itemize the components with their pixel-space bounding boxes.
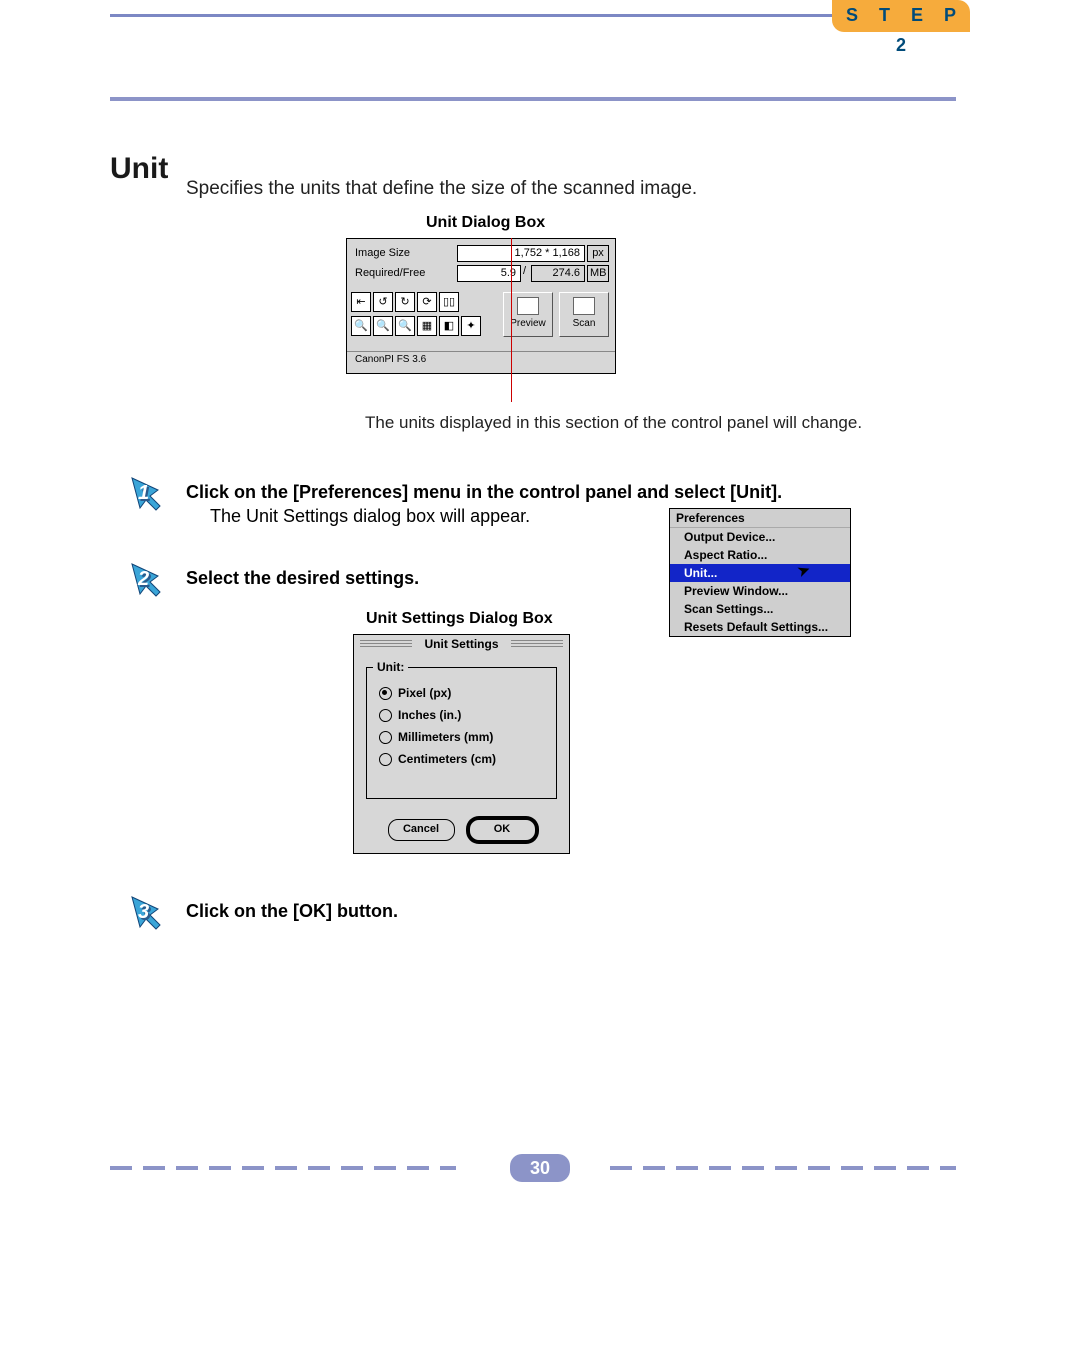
unit-settings-dialog: Unit Settings Unit: Pixel (px) Inches (i… xyxy=(353,634,570,854)
adjust-icon[interactable]: ✦ xyxy=(461,316,481,336)
intro-text: Specifies the units that define the size… xyxy=(186,178,697,200)
image-size-value: 1,752 * 1,168 xyxy=(457,245,585,262)
step-2-title: Select the desired settings. xyxy=(186,568,419,589)
step-3-marker: 3 3 xyxy=(130,895,170,935)
menu-item-aspect-ratio[interactable]: Aspect Ratio... xyxy=(670,546,850,564)
step-1-detail: The Unit Settings dialog box will appear… xyxy=(210,506,530,527)
radio-icon xyxy=(379,731,392,744)
image-size-unit: px xyxy=(587,245,609,262)
step-3-title: Click on the [OK] button. xyxy=(186,901,398,922)
image-icon[interactable]: ▦ xyxy=(417,316,437,336)
rotate-cw-icon[interactable]: ↻ xyxy=(395,292,415,312)
step-2-marker: 2 2 xyxy=(130,562,170,602)
unit-group-legend: Unit: xyxy=(373,660,408,674)
free-value: 274.6 xyxy=(531,265,585,282)
mirror-icon[interactable]: ▯▯ xyxy=(439,292,459,312)
zoom-in-icon[interactable]: 🔍 xyxy=(351,316,371,336)
cancel-button[interactable]: Cancel xyxy=(388,819,455,841)
preferences-menu: Preferences Output Device... Aspect Rati… xyxy=(669,508,851,637)
unit-dialog-caption: Unit Dialog Box xyxy=(426,214,545,232)
menu-item-unit[interactable]: Unit... xyxy=(670,564,850,582)
menu-item-preview-window[interactable]: Preview Window... xyxy=(670,582,850,600)
radio-icon xyxy=(379,753,392,766)
rotate-icon[interactable]: ⟳ xyxy=(417,292,437,312)
status-bar: CanonPI FS 3.6 xyxy=(347,351,615,373)
unit-option-inches[interactable]: Inches (in.) xyxy=(379,704,496,726)
step-banner: S T E P 2 xyxy=(832,0,970,32)
rotate-ccw-icon[interactable]: ↺ xyxy=(373,292,393,312)
unit-option-pixel[interactable]: Pixel (px) xyxy=(379,682,496,704)
toolbar: ⇤ ↺ ↻ ⟳ ▯▯ 🔍 🔍 🔍 ▦ ◧ ✦ xyxy=(351,292,527,340)
step-1-title: Click on the [Preferences] menu in the c… xyxy=(186,482,960,503)
footer-dashes-left xyxy=(110,1166,456,1170)
footer-dashes-right xyxy=(610,1166,956,1170)
unit-dialog-note: The units displayed in this section of t… xyxy=(365,413,862,433)
scan-icon xyxy=(573,297,595,315)
unit-dialog-box: Image Size 1,752 * 1,168 px Required/Fre… xyxy=(346,238,616,374)
unit-group-frame: Unit: Pixel (px) Inches (in.) Millimeter… xyxy=(366,667,557,799)
radio-icon xyxy=(379,709,392,722)
slash: / xyxy=(523,265,526,277)
page-title: Unit xyxy=(110,152,168,186)
callout-line xyxy=(511,238,512,402)
step-number: 2 xyxy=(138,568,149,591)
step-1-marker: 1 1 xyxy=(130,476,170,516)
unit-option-millimeters[interactable]: Millimeters (mm) xyxy=(379,726,496,748)
required-free-unit: MB xyxy=(587,265,609,282)
menu-item-resets-default[interactable]: Resets Default Settings... xyxy=(670,618,850,636)
ok-button[interactable]: OK xyxy=(469,819,536,841)
preferences-menu-title: Preferences xyxy=(670,509,850,528)
unit-settings-title: Unit Settings xyxy=(354,635,569,653)
zoom-out-icon[interactable]: 🔍 xyxy=(373,316,393,336)
unit-option-centimeters[interactable]: Centimeters (cm) xyxy=(379,748,496,770)
zoom-icon[interactable]: 🔍 xyxy=(395,316,415,336)
unit-settings-caption: Unit Settings Dialog Box xyxy=(366,610,553,628)
required-free-label: Required/Free xyxy=(355,267,425,279)
page-number-badge: 30 xyxy=(510,1154,570,1182)
section-divider xyxy=(110,97,956,101)
radio-icon xyxy=(379,687,392,700)
step-number: 1 xyxy=(138,482,149,505)
color-icon[interactable]: ◧ xyxy=(439,316,459,336)
menu-item-output-device[interactable]: Output Device... xyxy=(670,528,850,546)
image-size-label: Image Size xyxy=(355,247,410,259)
top-rule xyxy=(110,14,850,17)
step-number: 3 xyxy=(138,901,149,924)
scan-button[interactable]: Scan xyxy=(559,292,609,337)
tool-icon[interactable]: ⇤ xyxy=(351,292,371,312)
preview-icon xyxy=(517,297,539,315)
menu-item-scan-settings[interactable]: Scan Settings... xyxy=(670,600,850,618)
